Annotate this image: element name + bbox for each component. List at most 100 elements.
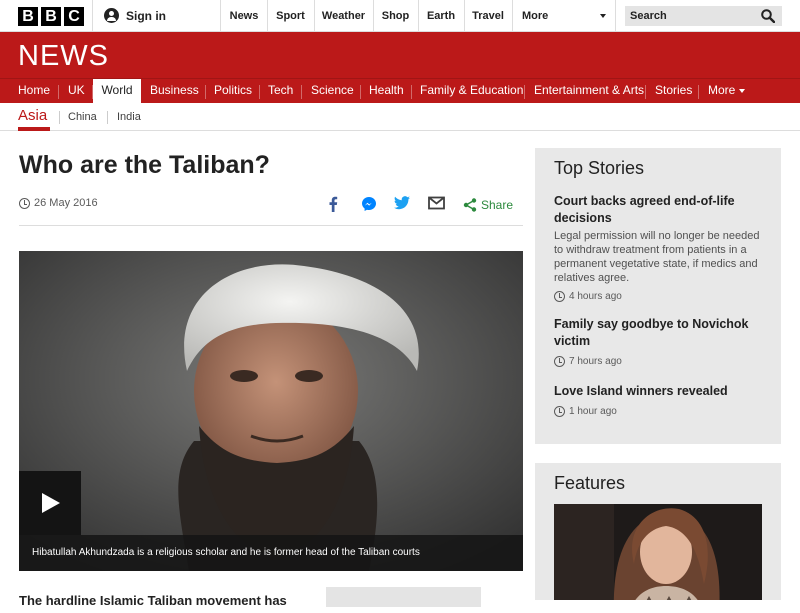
article-headline: Who are the Taliban? <box>19 151 270 179</box>
article-date: 26 May 2016 <box>19 197 98 209</box>
section-nav: Home UK World Business Politics Tech Sci… <box>0 78 800 103</box>
twitter-icon <box>394 196 410 210</box>
sign-in-link[interactable]: Sign in <box>104 8 166 23</box>
divider <box>19 225 523 226</box>
divider <box>58 85 59 99</box>
divider <box>301 85 302 99</box>
divider <box>524 85 525 99</box>
messenger-share[interactable] <box>361 196 377 214</box>
caret-down-icon <box>600 14 606 18</box>
twitter-share[interactable] <box>394 196 410 214</box>
story-time: 4 hours ago <box>554 291 769 302</box>
share-button[interactable]: Share <box>463 196 513 214</box>
story-title[interactable]: Court backs agreed end-of-life decisions <box>554 193 769 227</box>
logo-letter: C <box>64 7 84 26</box>
divider <box>645 85 646 99</box>
related-box <box>326 587 481 607</box>
subnav-asia[interactable]: Asia <box>18 107 47 124</box>
divider <box>411 85 412 99</box>
story-time-text: 7 hours ago <box>569 356 622 367</box>
story-item[interactable]: Family say goodbye to Novichok victim 7 … <box>554 316 769 367</box>
divider <box>698 85 699 99</box>
image-caption: Hibatullah Akhundzada is a religious sch… <box>19 535 523 571</box>
play-icon <box>42 493 60 513</box>
story-summary: Legal permission will no longer be neede… <box>554 230 760 284</box>
nav-business[interactable]: Business <box>150 79 199 103</box>
sign-in-label: Sign in <box>126 8 166 23</box>
features-title: Features <box>554 473 626 493</box>
email-share[interactable] <box>428 196 445 214</box>
nav-family-education[interactable]: Family & Education <box>420 79 523 103</box>
video-player[interactable]: Hibatullah Akhundzada is a religious sch… <box>19 251 523 571</box>
nav-tech[interactable]: Tech <box>268 79 293 103</box>
caret-down-icon <box>739 88 746 93</box>
divider <box>205 85 206 99</box>
clock-icon <box>554 406 565 417</box>
story-time: 1 hour ago <box>554 406 769 417</box>
search-icon[interactable] <box>761 9 775 23</box>
logo-letter: B <box>18 7 38 26</box>
divider <box>107 111 108 124</box>
nav-home[interactable]: Home <box>18 79 50 103</box>
divider <box>59 111 60 124</box>
feature-image[interactable] <box>554 504 762 600</box>
story-time-text: 4 hours ago <box>569 291 622 302</box>
nav-health[interactable]: Health <box>369 79 404 103</box>
topnav-news[interactable]: News <box>222 0 266 32</box>
story-item[interactable]: Court backs agreed end-of-life decisions… <box>554 193 769 302</box>
news-logo[interactable]: NEWS <box>18 40 109 73</box>
story-title[interactable]: Family say goodbye to Novichok victim <box>554 316 769 350</box>
nav-entertainment-arts[interactable]: Entertainment & Arts <box>534 79 644 103</box>
topnav-more-dropdown[interactable]: More <box>522 0 614 32</box>
divider <box>615 0 616 32</box>
top-stories-title: Top Stories <box>554 158 645 178</box>
topnav-shop[interactable]: Shop <box>374 0 417 32</box>
topnav-sport[interactable]: Sport <box>268 0 313 32</box>
date-text: 26 May 2016 <box>34 197 98 209</box>
clock-icon <box>19 197 30 209</box>
more-label: More <box>522 10 549 22</box>
divider <box>220 0 221 32</box>
share-icon <box>463 198 477 212</box>
messenger-icon <box>362 197 376 211</box>
news-masthead: NEWS <box>0 32 800 78</box>
divider <box>360 85 361 99</box>
search-input[interactable] <box>625 6 755 26</box>
logo-letter: B <box>41 7 61 26</box>
topnav-earth[interactable]: Earth <box>419 0 463 32</box>
bbc-logo[interactable]: B B C <box>18 7 84 26</box>
story-time: 7 hours ago <box>554 356 769 367</box>
subnav-china[interactable]: China <box>68 111 97 123</box>
nav-more-label: More <box>708 83 736 97</box>
clock-icon <box>554 291 565 302</box>
divider <box>259 85 260 99</box>
global-header: B B C Sign in News Sport Weather Shop Ea… <box>0 0 800 32</box>
share-label: Share <box>481 198 514 212</box>
nav-more-dropdown[interactable]: More <box>708 79 746 103</box>
sub-nav: Asia China India <box>0 103 800 131</box>
story-item[interactable]: Love Island winners revealed 1 hour ago <box>554 383 769 417</box>
story-time-text: 1 hour ago <box>569 406 617 417</box>
top-stories-panel: Top Stories Court backs agreed end-of-li… <box>535 148 781 444</box>
topnav-travel[interactable]: Travel <box>465 0 511 32</box>
subnav-india[interactable]: India <box>117 111 141 123</box>
active-indicator <box>18 127 50 131</box>
portrait-image <box>19 251 523 571</box>
facebook-share[interactable] <box>327 196 339 214</box>
divider <box>92 0 93 32</box>
story-title[interactable]: Love Island winners revealed <box>554 383 769 400</box>
clock-icon <box>554 356 565 367</box>
features-panel: Features <box>535 463 781 600</box>
nav-stories[interactable]: Stories <box>655 79 692 103</box>
nav-world[interactable]: World <box>93 79 141 103</box>
play-button[interactable] <box>19 471 81 535</box>
search-box <box>625 6 782 26</box>
email-icon <box>428 196 445 210</box>
topnav-weather[interactable]: Weather <box>315 0 372 32</box>
nav-politics[interactable]: Politics <box>214 79 252 103</box>
nav-uk[interactable]: UK <box>68 79 85 103</box>
nav-science[interactable]: Science <box>311 79 354 103</box>
article-body-first-line: The hardline Islamic Taliban movement ha… <box>19 593 287 608</box>
user-icon <box>104 8 119 23</box>
feature-photo <box>554 504 762 600</box>
